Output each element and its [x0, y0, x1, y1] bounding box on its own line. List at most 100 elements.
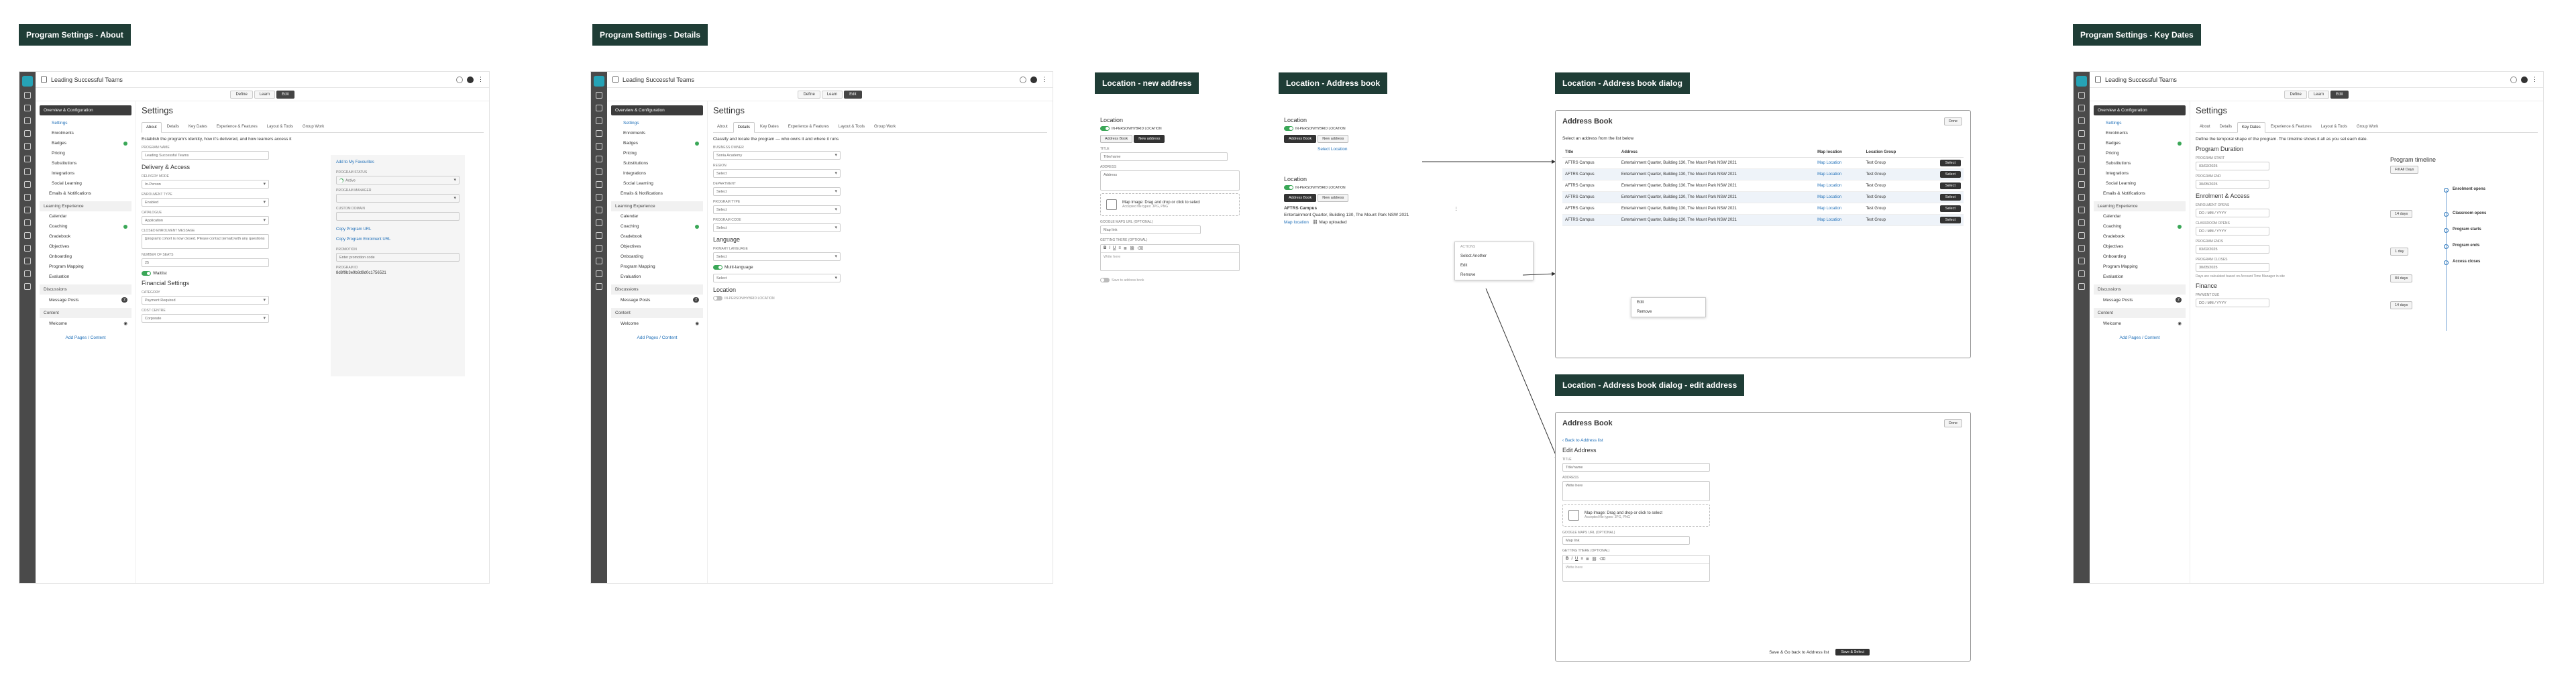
mode-edit[interactable]: Edit: [276, 90, 294, 99]
cell-select[interactable]: Select: [1921, 168, 1964, 180]
select-button[interactable]: Select: [1939, 194, 1961, 201]
eye-icon[interactable]: ◉: [695, 321, 699, 326]
classroom-opens-input[interactable]: DD / MM / YYYY: [2196, 227, 2269, 235]
rail-icon[interactable]: [24, 245, 31, 252]
nav-badges[interactable]: Badges: [611, 138, 703, 148]
back-to-list-link[interactable]: ‹ Back to Address list: [1562, 438, 1964, 443]
table-row[interactable]: AFTRS Campus Entertainment Quarter, Build…: [1562, 180, 1964, 192]
program-type-select[interactable]: Select: [713, 205, 841, 214]
rail-icon[interactable]: [2078, 194, 2085, 201]
rail-icon[interactable]: [596, 258, 602, 264]
region-select[interactable]: Select: [713, 169, 841, 178]
category-select[interactable]: Payment Required: [142, 296, 269, 305]
copy-url-link[interactable]: Copy Program URL: [336, 227, 460, 231]
nav-overview[interactable]: Overview & Configuration: [2094, 105, 2186, 115]
avatar[interactable]: [467, 76, 474, 83]
rail-icon[interactable]: [24, 130, 31, 137]
cell-map-link[interactable]: Map Location: [1815, 157, 1864, 169]
save-go-back-button[interactable]: Save & Go back to Address list: [1769, 650, 1829, 655]
rail-icon[interactable]: [596, 105, 602, 111]
nav-substitutions[interactable]: Substitutions: [40, 158, 131, 168]
rail-icon[interactable]: [24, 194, 31, 201]
nav-social[interactable]: Social Learning: [611, 178, 703, 189]
rail-icon[interactable]: [2078, 181, 2085, 188]
rail-icon[interactable]: [24, 283, 31, 290]
mode-define[interactable]: Define: [230, 90, 253, 99]
loc-new-toggle[interactable]: [1100, 126, 1110, 131]
promo-input[interactable]: Enter promotion code: [336, 253, 460, 262]
enrol-opens-input[interactable]: DD / MM / YYYY: [2196, 209, 2269, 217]
nav-gradebook[interactable]: Gradebook: [2094, 231, 2186, 242]
rail-icon[interactable]: [2078, 270, 2085, 277]
nav-emails[interactable]: Emails & Notifications: [2094, 189, 2186, 199]
home-icon[interactable]: [612, 76, 619, 83]
nav-coaching[interactable]: Coaching: [40, 221, 131, 231]
nav-integrations[interactable]: Integrations: [40, 168, 131, 178]
nav-mapping[interactable]: Program Mapping: [2094, 262, 2186, 272]
rail-icon[interactable]: [596, 245, 602, 252]
nav-integrations[interactable]: Integrations: [2094, 168, 2186, 178]
cell-select[interactable]: Select: [1921, 191, 1964, 203]
eye-icon[interactable]: ◉: [123, 321, 127, 326]
address-input[interactable]: Address: [1100, 170, 1240, 191]
nav-social[interactable]: Social Learning: [40, 178, 131, 189]
add-favourites-link[interactable]: Add to My Favourites: [336, 160, 460, 164]
rail-icon[interactable]: [24, 168, 31, 175]
rail-icon[interactable]: [24, 181, 31, 188]
rail-icon[interactable]: [24, 156, 31, 162]
nav-evaluation[interactable]: Evaluation: [40, 272, 131, 282]
status-select[interactable]: Active: [336, 176, 460, 185]
nav-badges[interactable]: Badges: [2094, 138, 2186, 148]
copy-enrol-url-link[interactable]: Copy Program Enrolment URL: [336, 238, 460, 242]
tab-details[interactable]: Details: [163, 122, 183, 132]
rail-icon[interactable]: [596, 181, 602, 188]
row-map-link[interactable]: Map Location: [1817, 195, 1841, 199]
nav-message-posts[interactable]: Message Posts 2: [2094, 295, 2186, 305]
nav-gradebook[interactable]: Gradebook: [611, 231, 703, 242]
select-button[interactable]: Select: [1939, 171, 1961, 178]
select-button[interactable]: Select: [1939, 160, 1961, 166]
rail-icon[interactable]: [24, 207, 31, 213]
nav-onboarding[interactable]: Onboarding: [611, 252, 703, 262]
rail-icon[interactable]: [596, 92, 602, 99]
map-url-input[interactable]: Map link: [1100, 225, 1201, 235]
tl-gap-4[interactable]: 14 days: [2390, 301, 2413, 309]
payment-due-input[interactable]: DD / MM / YYYY: [2196, 299, 2269, 307]
rail-icon[interactable]: [2078, 92, 2085, 99]
mode-edit[interactable]: Edit: [844, 90, 862, 99]
rich-text-editor[interactable]: B I U ≡ ≣ ⛓ ⌫ Write here: [1100, 244, 1240, 272]
rail-icon[interactable]: [2078, 283, 2085, 290]
edit-map-input[interactable]: Map link: [1562, 536, 1690, 545]
title-input[interactable]: Title/name: [1100, 152, 1228, 162]
cell-select[interactable]: Select: [1921, 203, 1964, 215]
edit-dialog-done-button[interactable]: Done: [1943, 419, 1962, 427]
rail-icon[interactable]: [2078, 207, 2085, 213]
department-select[interactable]: Select: [713, 187, 841, 196]
language-select[interactable]: Select: [713, 252, 841, 261]
manager-select[interactable]: [336, 194, 460, 203]
catalogue-select[interactable]: Application: [142, 216, 269, 225]
rail-icon[interactable]: [596, 117, 602, 124]
editor-body[interactable]: Write here: [1563, 564, 1709, 581]
nav-settings[interactable]: Settings: [611, 118, 703, 128]
nav-pricing[interactable]: Pricing: [40, 148, 131, 158]
nav-evaluation[interactable]: Evaluation: [611, 272, 703, 282]
new-address-button[interactable]: New address: [1318, 135, 1349, 144]
tab-group-work[interactable]: Group Work: [2353, 122, 2382, 132]
multilang-select[interactable]: Select: [713, 274, 841, 283]
nav-coaching[interactable]: Coaching: [611, 221, 703, 231]
select-button[interactable]: Select: [1939, 182, 1961, 189]
tab-about[interactable]: About: [142, 122, 162, 133]
rail-icon[interactable]: [596, 143, 602, 150]
nav-emails[interactable]: Emails & Notifications: [611, 189, 703, 199]
new-address-button-2[interactable]: New address: [1318, 194, 1349, 203]
nav-enrolments[interactable]: Enrolments: [40, 128, 131, 138]
more-icon[interactable]: ⋮: [478, 76, 484, 83]
address-book-button[interactable]: Address Book: [1100, 135, 1133, 144]
seats-input[interactable]: 25: [142, 258, 269, 267]
tab-details[interactable]: Details: [2216, 122, 2236, 132]
nav-mapping[interactable]: Program Mapping: [40, 262, 131, 272]
table-row[interactable]: AFTRS Campus Entertainment Quarter, Build…: [1562, 191, 1964, 203]
program-code-select[interactable]: Select: [713, 223, 841, 232]
domain-input[interactable]: [336, 212, 460, 221]
